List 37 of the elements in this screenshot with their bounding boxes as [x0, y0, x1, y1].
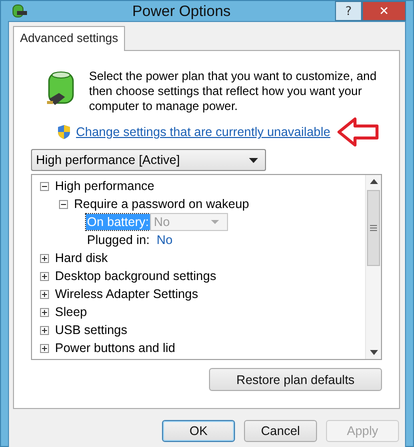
window-title: Power Options: [131, 2, 232, 20]
tree-item[interactable]: High performance: [55, 179, 154, 193]
grip-icon: [370, 225, 377, 231]
tree-item[interactable]: USB settings: [55, 323, 128, 337]
setting-value-link[interactable]: No: [156, 233, 173, 247]
expand-icon[interactable]: [40, 290, 49, 298]
collapse-icon[interactable]: [40, 182, 49, 190]
expand-icon[interactable]: [40, 272, 49, 280]
tree-item[interactable]: Sleep: [55, 305, 87, 319]
tab[interactable]: Advanced settings: [13, 26, 126, 51]
battery-plug-icon: [10, 3, 28, 19]
collapse-icon[interactable]: [59, 200, 68, 208]
arrow-icon: [337, 116, 380, 148]
tree-item[interactable]: Hard disk: [55, 251, 108, 265]
scrollbar[interactable]: [365, 175, 381, 359]
restore-defaults-button[interactable]: Restore plan defaults: [209, 368, 382, 391]
setting-label[interactable]: Plugged in:: [86, 232, 151, 248]
expand-icon[interactable]: [40, 344, 49, 352]
shield-icon: [57, 124, 71, 140]
plan-dropdown[interactable]: High performance [Active]: [31, 149, 266, 171]
tree-item[interactable]: Desktop background settings: [55, 269, 216, 283]
tree-item[interactable]: Require a password on wakeup: [74, 197, 250, 211]
description-text: Select the power plan that you want to customize, and then choose settings that reflect how you want your computer to manage power.: [89, 69, 378, 114]
expand-icon[interactable]: [40, 254, 49, 262]
tree-item[interactable]: Wireless Adapter Settings: [55, 287, 198, 301]
tree-item[interactable]: Power buttons and lid: [55, 341, 176, 355]
dialog-button[interactable]: Cancel: [244, 420, 317, 442]
scroll-down-icon[interactable]: [370, 350, 378, 355]
expand-icon[interactable]: [40, 326, 49, 334]
caret-icon: [210, 220, 219, 224]
expand-icon[interactable]: [40, 308, 49, 316]
scroll-up-icon[interactable]: [370, 179, 378, 184]
close-button[interactable]: ✕: [362, 1, 406, 21]
change-settings-link[interactable]: Change settings that are currently unavailable: [76, 125, 330, 139]
dialog-button[interactable]: OK: [162, 420, 235, 442]
caret-icon: [249, 158, 258, 162]
help-button[interactable]: ?: [335, 1, 362, 21]
